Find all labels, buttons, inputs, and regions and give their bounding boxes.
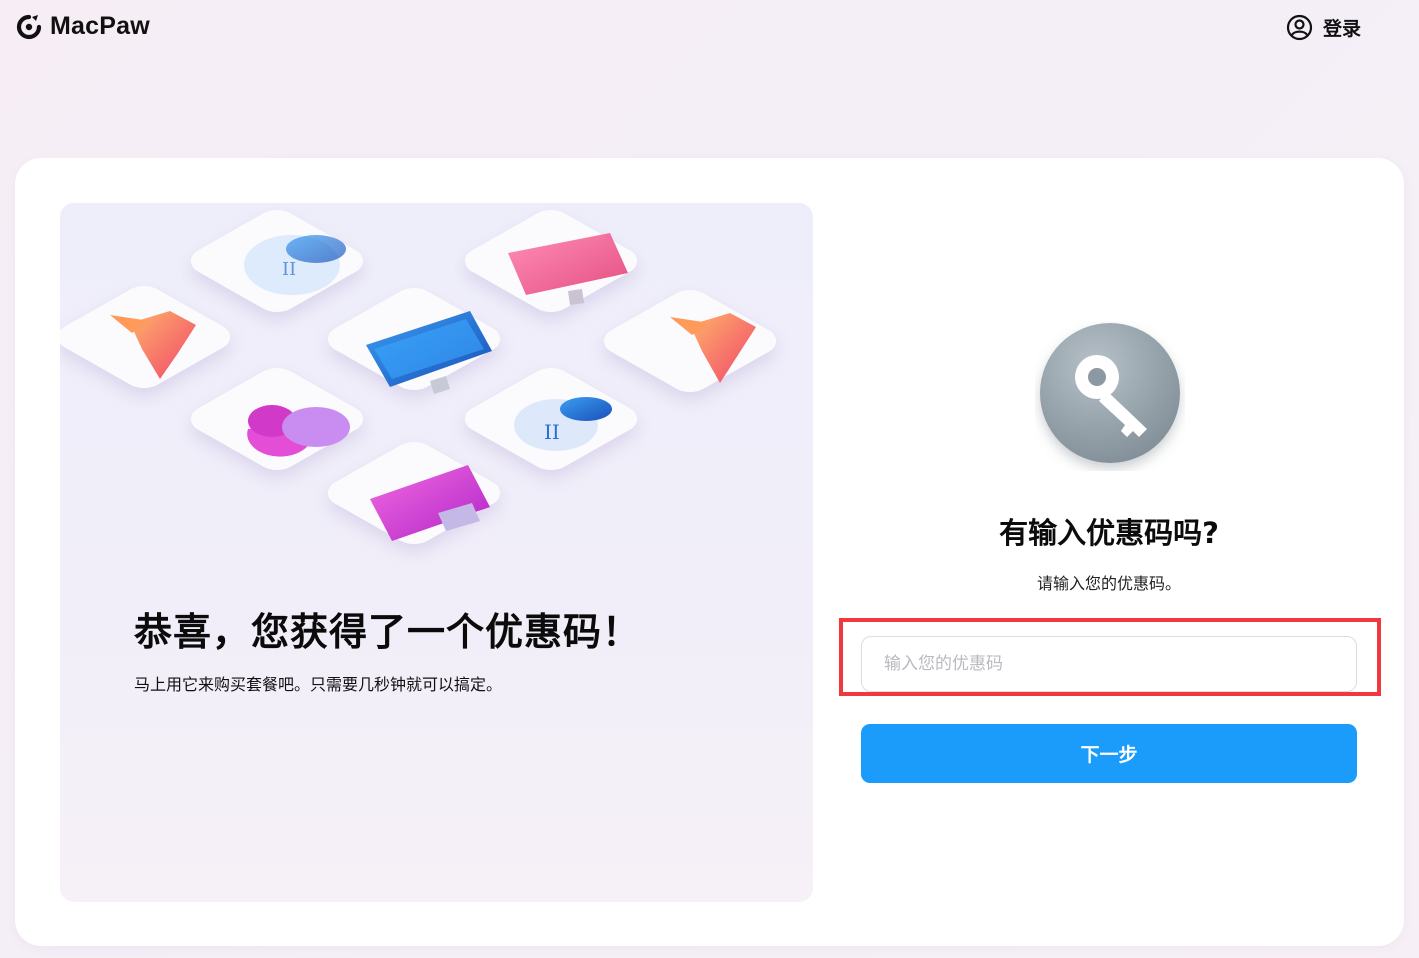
user-circle-icon (1286, 14, 1313, 41)
promo-title: 恭喜，您获得了一个优惠码！ (134, 610, 642, 654)
coupon-form: 有输入优惠码吗? 请输入您的优惠码。 下一步 (839, 158, 1381, 946)
coupon-code-input[interactable] (861, 636, 1357, 692)
main-card: II II 恭喜，您获得了一个优惠码！ 马上用它来购买套餐吧。只需要几秒钟就可以… (15, 158, 1404, 946)
macpaw-logo-icon (16, 14, 42, 39)
form-title: 有输入优惠码吗? (999, 516, 1219, 550)
top-bar: MacPaw 登录 (0, 0, 1419, 60)
app-tiles-illustration: II II (60, 210, 776, 544)
promo-subtitle: 马上用它来购买套餐吧。只需要几秒钟就可以搞定。 (134, 675, 503, 694)
macpaw-logo[interactable]: MacPaw (16, 12, 150, 41)
promo-panel: II II 恭喜，您获得了一个优惠码！ 马上用它来购买套餐吧。只需要几秒钟就可以… (60, 203, 813, 902)
brand-name: MacPaw (50, 12, 150, 40)
form-subtitle: 请输入您的优惠码。 (1036, 574, 1181, 593)
login-button[interactable]: 登录 (1286, 14, 1361, 41)
svg-text:II: II (544, 420, 560, 444)
login-label: 登录 (1323, 18, 1362, 40)
next-step-button[interactable]: 下一步 (861, 724, 1357, 783)
key-icon (1040, 323, 1180, 463)
svg-text:II: II (282, 259, 296, 280)
